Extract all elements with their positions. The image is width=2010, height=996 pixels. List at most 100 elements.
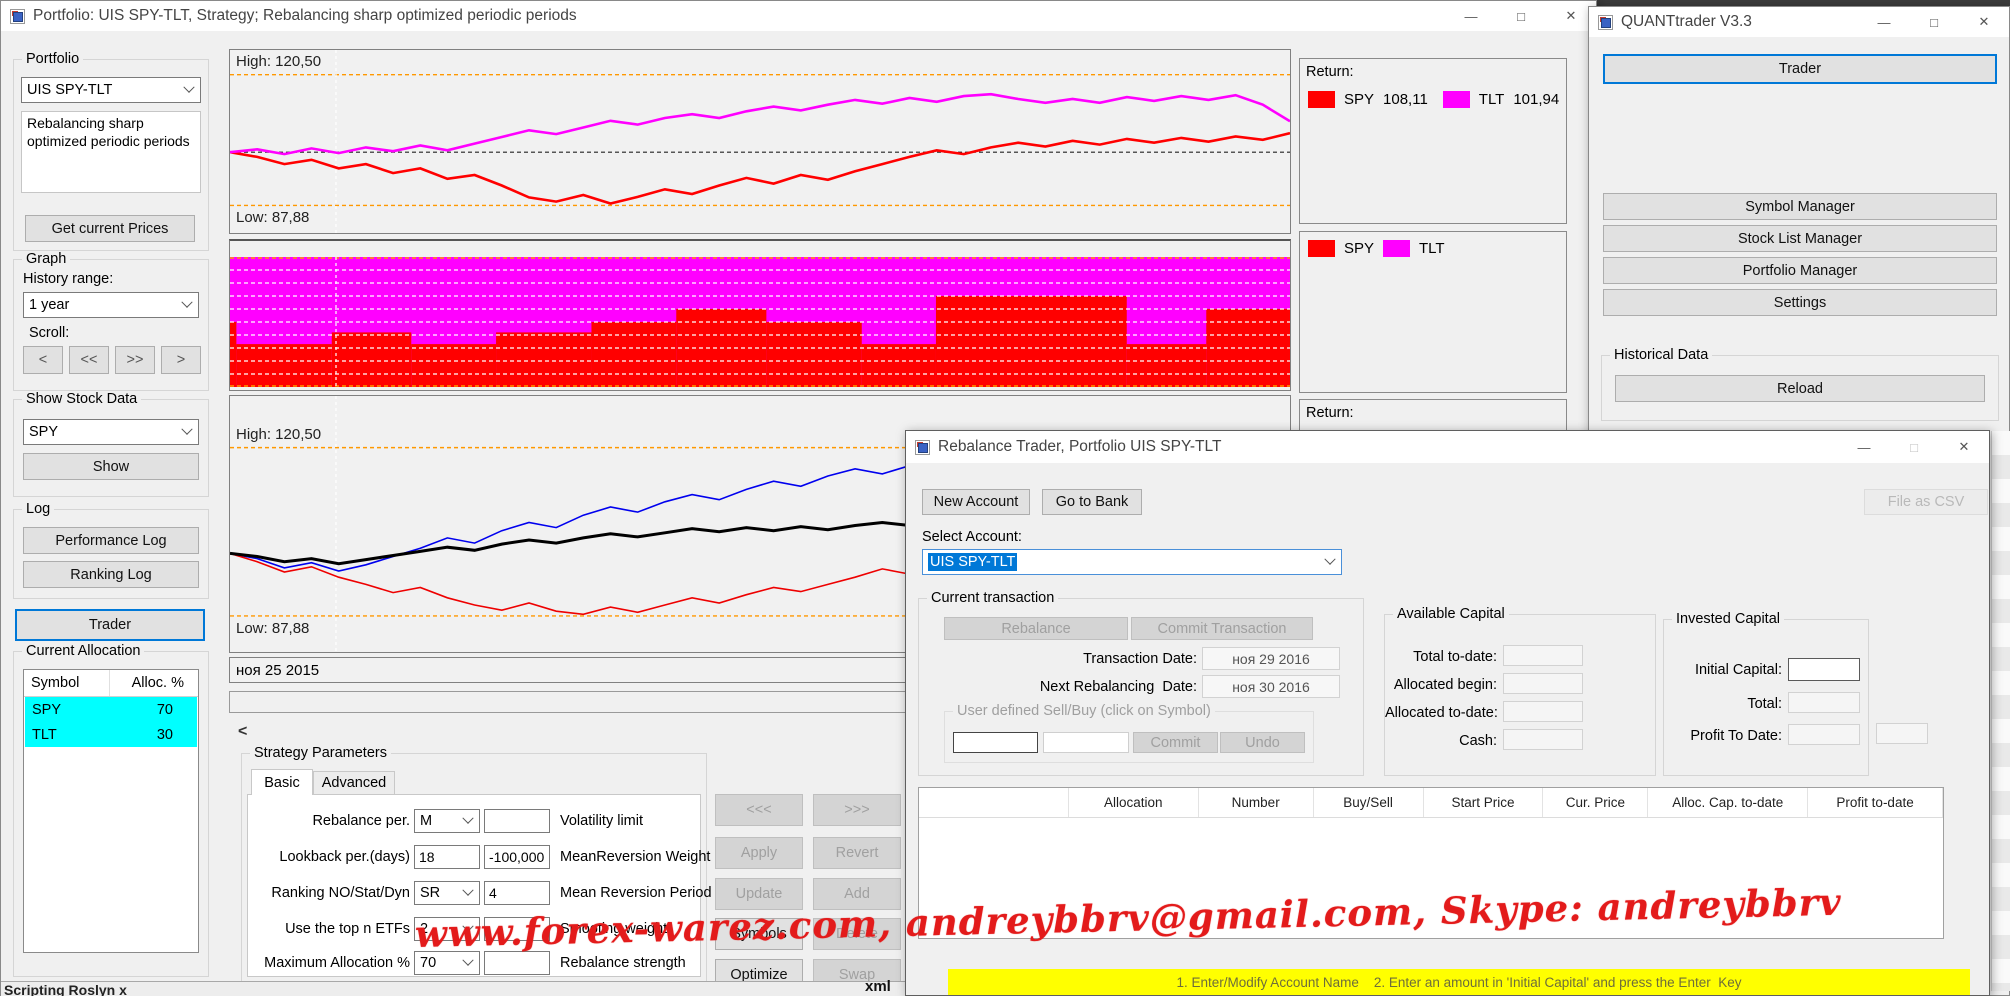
show-button[interactable]: Show bbox=[23, 453, 199, 480]
sellbuy-amount-input[interactable] bbox=[1043, 732, 1129, 753]
scroll-button-3[interactable]: > bbox=[161, 346, 201, 374]
file-as-csv-button[interactable]: File as CSV bbox=[1864, 489, 1988, 515]
ranking-log-button[interactable]: Ranking Log bbox=[23, 561, 199, 588]
rebalance-button[interactable]: Rebalance bbox=[944, 617, 1128, 640]
param-label-2: Ranking NO/Stat/Dyn bbox=[271, 885, 410, 901]
collapse-panel-arrow[interactable]: < bbox=[238, 723, 247, 741]
sellbuy-undo-button[interactable]: Undo bbox=[1220, 732, 1305, 753]
series-TLT bbox=[230, 92, 1290, 156]
portfolio-select[interactable]: UIS SPY-TLT bbox=[21, 77, 201, 103]
chevron-down-icon bbox=[183, 81, 195, 93]
portfolio-return-chart[interactable]: High: 120,50 Low: 87,88 bbox=[229, 49, 1291, 234]
chart1-canvas bbox=[230, 50, 1290, 233]
minimize-icon[interactable]: — bbox=[1859, 7, 1909, 37]
minimize-icon[interactable]: — bbox=[1839, 431, 1889, 463]
trade-col-Allocation[interactable]: Allocation bbox=[1069, 788, 1199, 817]
allocation-col-alloc[interactable]: Alloc. % bbox=[110, 675, 198, 691]
allocation-rows: SPY 70 TLT 30 bbox=[24, 697, 198, 747]
quant-symbol-manager-button[interactable]: Symbol Manager bbox=[1603, 193, 1997, 220]
param-field-0[interactable] bbox=[484, 809, 550, 833]
go-to-bank-button[interactable]: Go to Bank bbox=[1042, 489, 1142, 515]
allocation-row-SPY[interactable]: SPY 70 bbox=[25, 697, 197, 722]
initial-capital-input[interactable] bbox=[1788, 658, 1860, 681]
strategy-apply-button[interactable]: Apply bbox=[715, 837, 803, 869]
scroll-button-0[interactable]: < bbox=[23, 346, 63, 374]
trade-col-Profit to-date[interactable]: Profit to-date bbox=[1808, 788, 1944, 817]
trade-col-Start Price[interactable]: Start Price bbox=[1424, 788, 1544, 817]
background-window-strip: Scripting Roslyn x xml bbox=[1, 978, 906, 996]
initial-capital-label: Initial Capital: bbox=[1694, 662, 1782, 678]
scroll-button-2[interactable]: >> bbox=[115, 346, 155, 374]
param-combo-2[interactable]: SR bbox=[414, 881, 480, 905]
quant-stock-list-manager-button[interactable]: Stock List Manager bbox=[1603, 225, 1997, 252]
quant-settings-button[interactable]: Settings bbox=[1603, 289, 1997, 316]
maximize-icon[interactable]: □ bbox=[1889, 431, 1939, 463]
return-legend-bottom-title: Return: bbox=[1306, 405, 1354, 421]
param-right-label-2: Mean Reversion Period bbox=[560, 885, 712, 901]
stock-select[interactable]: SPY bbox=[23, 419, 199, 445]
close-icon[interactable]: ✕ bbox=[1939, 431, 1989, 463]
portfolio-description: Rebalancing sharp optimized periodic per… bbox=[21, 111, 201, 193]
history-range-label: History range: bbox=[23, 271, 114, 287]
spy-swatch-icon bbox=[1308, 240, 1335, 257]
chart1-high-label: High: 120,50 bbox=[236, 53, 322, 70]
param-field-4[interactable] bbox=[484, 951, 550, 975]
show-stock-data-label: Show Stock Data bbox=[22, 391, 142, 407]
allocation-table: Symbol Alloc. % SPY 70 TLT 30 bbox=[23, 669, 199, 953]
allocated-to-date-field bbox=[1503, 701, 1583, 722]
quant-titlebar[interactable]: QUANTtrader V3.3 — □ ✕ bbox=[1589, 7, 2009, 37]
available-capital-group: Available Capital Total to-date: Allocat… bbox=[1384, 606, 1656, 776]
chevron-down-icon bbox=[462, 954, 474, 966]
chevron-down-icon bbox=[181, 423, 193, 435]
param-field-1[interactable]: -100,000 bbox=[484, 845, 550, 869]
trade-col-blank[interactable] bbox=[919, 788, 1069, 817]
sellbuy-commit-button[interactable]: Commit bbox=[1133, 732, 1218, 753]
tab-basic[interactable]: Basic bbox=[251, 769, 313, 795]
allocation-percent: 70 bbox=[156, 701, 173, 718]
strategy-revert-button[interactable]: Revert bbox=[813, 837, 901, 869]
log-group-label: Log bbox=[22, 501, 55, 517]
main-titlebar[interactable]: Portfolio: UIS SPY-TLT, Strategy; Rebala… bbox=[1, 1, 1596, 31]
maximize-icon[interactable]: □ bbox=[1496, 1, 1546, 31]
param-field-2[interactable]: 4 bbox=[484, 881, 550, 905]
reload-button[interactable]: Reload bbox=[1615, 375, 1985, 402]
trade-col-Number[interactable]: Number bbox=[1199, 788, 1314, 817]
dialog-titlebar[interactable]: Rebalance Trader, Portfolio UIS SPY-TLT … bbox=[906, 431, 1989, 463]
chart2-canvas bbox=[230, 257, 1290, 387]
new-account-button[interactable]: New Account bbox=[922, 489, 1030, 515]
graph-group-label: Graph bbox=[22, 251, 71, 267]
param-combo-value: SR bbox=[420, 885, 441, 901]
trade-col-Cur. Price[interactable]: Cur. Price bbox=[1543, 788, 1649, 817]
allocation-col-symbol[interactable]: Symbol bbox=[24, 670, 110, 696]
select-account-combo[interactable]: UIS SPY-TLT bbox=[922, 549, 1342, 575]
quant-trader-button[interactable]: Trader bbox=[1603, 54, 1997, 84]
performance-log-button[interactable]: Performance Log bbox=[23, 527, 199, 554]
profit-to-date-field bbox=[1788, 724, 1860, 745]
history-range-select[interactable]: 1 year bbox=[23, 292, 199, 318]
scroll-button-1[interactable]: << bbox=[69, 346, 109, 374]
user-defined-sellbuy-group: User defined Sell/Buy (click on Symbol) … bbox=[944, 703, 1314, 763]
maximize-icon[interactable]: □ bbox=[1909, 7, 1959, 37]
allocation-history-chart[interactable] bbox=[229, 239, 1291, 391]
invested-total-field bbox=[1788, 692, 1860, 713]
trade-col-Buy/Sell[interactable]: Buy/Sell bbox=[1314, 788, 1424, 817]
close-icon[interactable]: ✕ bbox=[1959, 7, 2009, 37]
strategy--button[interactable]: <<< bbox=[715, 794, 803, 826]
desktop: Portfolio: UIS SPY-TLT, Strategy; Rebala… bbox=[0, 0, 2010, 996]
sellbuy-symbol-input[interactable] bbox=[953, 732, 1038, 753]
strategy--button[interactable]: >>> bbox=[813, 794, 901, 826]
param-label-4: Maximum Allocation % bbox=[264, 955, 410, 971]
tab-advanced[interactable]: Advanced bbox=[313, 771, 395, 795]
trade-col-Alloc. Cap. to-date[interactable]: Alloc. Cap. to-date bbox=[1648, 788, 1809, 817]
param-input-1[interactable]: 18 bbox=[414, 845, 480, 869]
minimize-icon[interactable]: — bbox=[1446, 1, 1496, 31]
get-current-prices-button[interactable]: Get current Prices bbox=[25, 215, 195, 242]
param-combo-0[interactable]: M bbox=[414, 809, 480, 833]
background-window-title[interactable]: Scripting Roslyn x bbox=[4, 982, 127, 996]
trader-button[interactable]: Trader bbox=[15, 609, 205, 641]
invested-capital-group: Invested Capital Initial Capital: Total:… bbox=[1663, 611, 1869, 776]
quant-portfolio-manager-button[interactable]: Portfolio Manager bbox=[1603, 257, 1997, 284]
param-label-0: Rebalance per. bbox=[312, 813, 410, 829]
commit-transaction-button[interactable]: Commit Transaction bbox=[1131, 617, 1313, 640]
allocation-row-TLT[interactable]: TLT 30 bbox=[25, 722, 197, 747]
